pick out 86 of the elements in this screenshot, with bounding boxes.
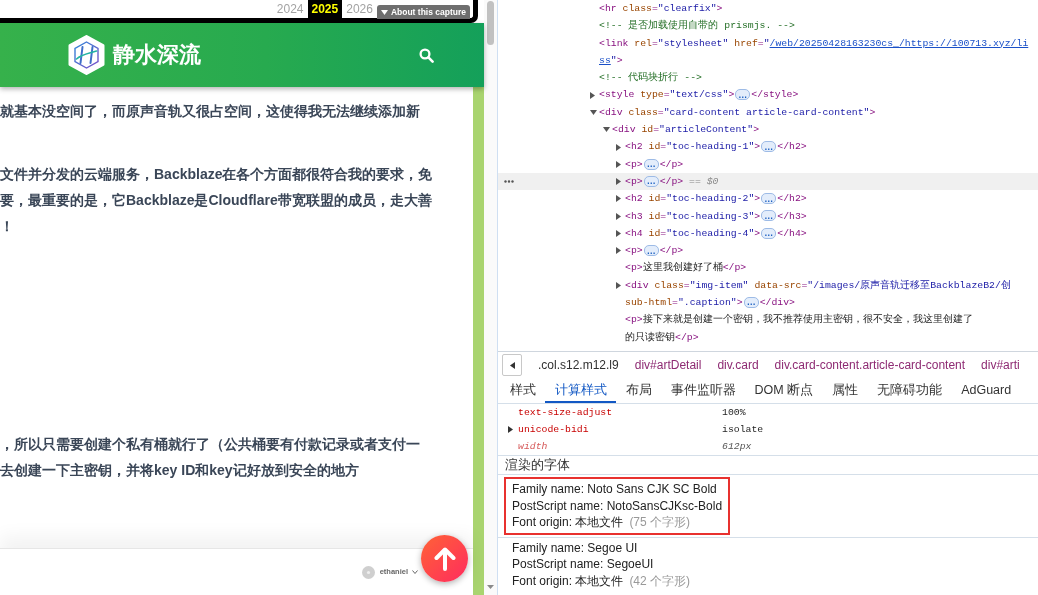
scroll-down-arrow-icon[interactable] [487, 585, 494, 589]
arrow-up-icon [433, 546, 456, 571]
ellipsis-button[interactable]: … [761, 210, 777, 222]
caret-down-icon[interactable] [603, 127, 610, 133]
postscript-name: PostScript name: NotoSansCJKsc-Bold [512, 497, 723, 514]
caret-right-icon[interactable] [616, 230, 621, 237]
article-paragraph: 就基本没空间了，而原声音轨又很占空间，这使得我无法继续添加新 [0, 102, 420, 121]
caret-right-icon[interactable] [616, 195, 621, 203]
property-name: width [518, 440, 549, 454]
dom-tree-row[interactable]: <h2 id="toc-heading-1"> … </h2> [498, 138, 1038, 156]
caret-down-icon[interactable] [590, 109, 597, 115]
article-paragraph: 文件并分发的云端服务，Backblaze在各个方面都很符合我的要求，免 要，最重要的是，它Backblaze是Cloudflare带宽联盟的成员，走大善 ！ [0, 165, 433, 236]
caret-right-icon[interactable] [616, 281, 621, 289]
scrollbar-track[interactable] [484, 0, 497, 595]
scrollbar-thumb[interactable] [487, 1, 494, 45]
ellipsis-button[interactable]: … [743, 296, 759, 308]
dom-tree-row[interactable]: <h3 id="toc-heading-3"> … </h3> [498, 207, 1038, 225]
dom-tree-row[interactable]: <hr class="clearfix"> [498, 0, 1038, 18]
article-paragraph: ，所以只需要创建个私有桶就行了（公共桶要有付款记录或者支付一 去创建一下主密钥，并将key ID和key记好放到安全的地方 [0, 435, 420, 480]
caret-right-icon[interactable] [616, 247, 621, 255]
panel-tab[interactable]: 无障碍功能 [867, 378, 952, 403]
year-link[interactable]: 2025 [307, 0, 343, 18]
about-capture-button[interactable]: About this capture [376, 5, 470, 19]
postscript-name: PostScript name: SegoeUI [512, 556, 655, 573]
ellipsis-button[interactable]: … [761, 193, 777, 205]
dom-tree-row[interactable]: <div class="card-content article-card-content"> [498, 103, 1038, 122]
property-name: unicode-bidi [518, 423, 590, 437]
caret-right-icon[interactable] [616, 212, 621, 220]
breadcrumb-item[interactable]: .col.s12.m12.l9 [538, 358, 619, 372]
panel-tab[interactable]: 属性 [822, 378, 868, 403]
breadcrumb-item[interactable]: div#artDetail [634, 358, 702, 372]
ellipsis-button[interactable]: … [761, 227, 777, 239]
glyph-count: (42 个字形) [629, 573, 691, 588]
caret-right-icon[interactable] [616, 160, 621, 168]
caret-right-icon[interactable] [616, 143, 621, 151]
caret-right-icon[interactable] [508, 426, 513, 433]
dom-tree-row[interactable]: <p>这里我创建好了桶</p> [498, 259, 1038, 277]
ellipsis-button[interactable]: … [735, 89, 751, 101]
property-name: text-size-adjust [518, 406, 614, 420]
dom-tree-row[interactable]: <h4 id="toc-heading-4"> … </h4> [498, 224, 1038, 243]
ellipsis-button[interactable]: … [643, 175, 659, 187]
panel-tab[interactable]: AdGuard [951, 378, 1021, 403]
dom-tree-row[interactable]: <p>接下来就是创建一个密钥，我不推荐使用主密钥，很不安全，我这里创建了 的只读密钥</p> [498, 311, 1038, 346]
dom-tree-row[interactable]: <!-- 是否加载使用自带的 prismjs. --> [498, 17, 1038, 35]
caret-down-icon [380, 9, 388, 15]
breadcrumb-item[interactable]: div.card-content.article-card-content [774, 358, 966, 372]
dom-tree-row[interactable]: <div class="img-item" data-src="/images/原声音轨迁移至BackblazeB2/创 sub-html=".caption"> … </div> [498, 276, 1038, 312]
font-family-name: Family name: Noto Sans CJK SC Bold [512, 481, 718, 498]
ellipsis-button[interactable]: … [761, 141, 777, 153]
property-value: isolate [722, 423, 764, 437]
font-origin: Font origin: 本地文件 [512, 573, 624, 588]
avatar-icon [361, 565, 375, 579]
property-value: 612px [722, 440, 752, 454]
caret-right-icon[interactable] [590, 91, 595, 99]
caret-left-icon [509, 361, 515, 369]
property-value: 100% [722, 406, 746, 420]
dom-tree-row[interactable]: <link rel="stylesheet" href="/web/20250428163230cs_/https://100713.xyz/li ss"> [498, 34, 1038, 70]
chevron-down-icon [412, 570, 418, 574]
dom-tree-row[interactable]: <!-- 代码块折行 --> [498, 69, 1038, 87]
site-title: 静水深流 [113, 44, 201, 66]
glyph-count: (75 个字形) [629, 515, 691, 529]
breadcrumb-item[interactable]: div.card [717, 358, 759, 372]
panel-tab[interactable]: 计算样式 [545, 378, 616, 403]
dom-tree-row[interactable]: <style type="text/css"> … </style> [498, 86, 1038, 104]
panel-tab[interactable]: DOM 断点 [745, 378, 823, 403]
panel-tab[interactable]: 事件监听器 [661, 378, 745, 403]
dom-tree-row[interactable]: <p> … </p> == $0 [498, 172, 1038, 191]
dom-tree-row[interactable]: <div id="articleContent"> [498, 121, 1038, 139]
search-icon[interactable] [419, 47, 434, 63]
dom-tree-row[interactable]: <h2 id="toc-heading-2"> … </h2> [498, 190, 1038, 208]
section-heading: 渲染的字体 [498, 455, 1038, 475]
font-origin: Font origin: 本地文件 [512, 515, 624, 529]
panel-tab[interactable]: 布局 [616, 378, 661, 403]
panel-tab[interactable]: 样式 [500, 378, 545, 403]
scroll-left-button[interactable] [502, 354, 522, 376]
ellipsis-button[interactable]: … [643, 158, 659, 170]
more-icon[interactable] [504, 180, 514, 184]
font-family-name: Family name: Segoe UI [512, 539, 639, 556]
hexagon-logo-icon[interactable] [68, 35, 105, 75]
caret-right-icon[interactable] [616, 178, 621, 186]
href-link[interactable]: ss [599, 54, 611, 66]
breadcrumb-item[interactable]: div#arti [981, 358, 1020, 372]
dom-tree-row[interactable]: <p> … </p> [498, 242, 1038, 260]
ellipsis-button[interactable]: … [643, 245, 659, 257]
dom-tree-row[interactable]: <p> … </p> [498, 155, 1038, 173]
href-link[interactable]: /web/20250428163230cs_/https://100713.xyz/li [769, 37, 1029, 49]
